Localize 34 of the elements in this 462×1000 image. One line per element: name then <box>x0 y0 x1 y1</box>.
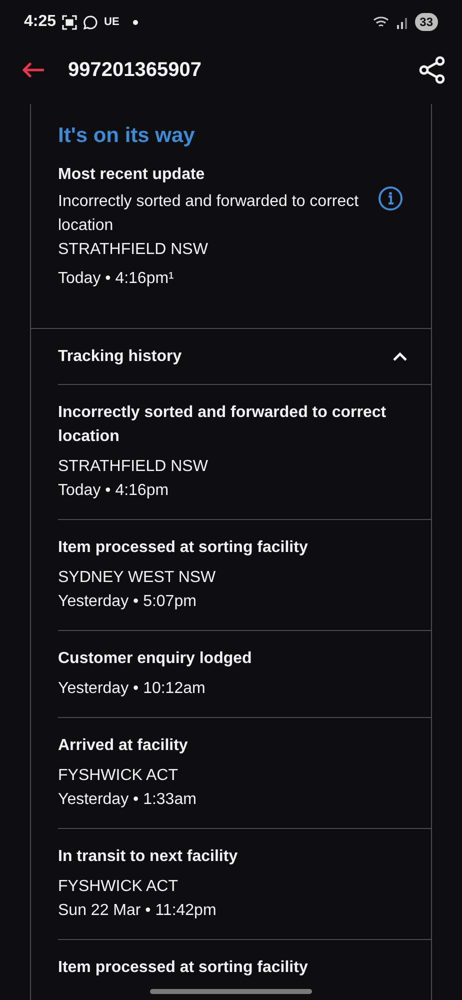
event-location: FYSHWICK ACT <box>58 877 180 897</box>
delivery-status: It's on its way <box>58 124 196 148</box>
event-location: FYSHWICK ACT <box>58 766 180 786</box>
event-time: Today • 4:16pm <box>58 481 170 501</box>
section-heading: Most recent update <box>58 166 206 184</box>
event-time: Yesterday • 10:12am <box>58 679 206 699</box>
event-description: In transit to next facility <box>58 847 239 867</box>
tracking-history-toggle[interactable]: Tracking history <box>31 328 431 384</box>
update-location: STRATHFIELD NSW <box>58 240 209 260</box>
signal-icon <box>396 15 409 29</box>
event-time: Yesterday • 1:33am <box>58 790 198 810</box>
info-icon[interactable] <box>378 186 403 211</box>
screenshot-icon <box>62 14 78 30</box>
share-button[interactable] <box>418 56 446 84</box>
carrier-label: UE <box>104 16 120 28</box>
event-description: Customer enquiry lodged <box>58 649 253 669</box>
event-time: Yesterday • 5:07pm <box>58 592 198 612</box>
event-description: Arrived at facility <box>58 736 189 756</box>
tracking-number: 997201365907 <box>68 58 202 82</box>
update-time: Today • 4:16pm¹ <box>58 270 175 288</box>
chat-icon <box>83 14 98 30</box>
event-description: Item processed at sorting facility <box>58 538 309 558</box>
event-location: STRATHFIELD NSW <box>58 457 209 477</box>
event-description: Item processed at sorting facility <box>58 958 309 978</box>
event-location: SYDNEY WEST NSW <box>58 568 217 588</box>
status-time: 4:25 <box>24 13 56 31</box>
notification-dot-icon <box>133 20 138 24</box>
wifi-icon <box>372 15 391 29</box>
event-time: Sun 22 Mar • 11:42pm <box>58 901 218 921</box>
back-button[interactable] <box>22 62 44 78</box>
battery-indicator: 33 <box>414 13 438 31</box>
event-description: Incorrectly sorted and forwarded to correct location <box>58 403 388 447</box>
update-description: Incorrectly sorted and forwarded to correct location <box>58 192 360 236</box>
chevron-icon <box>393 352 407 361</box>
